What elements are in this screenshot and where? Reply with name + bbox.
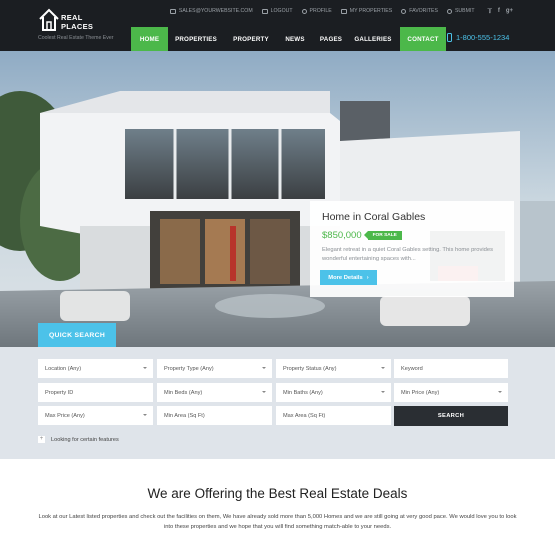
property-description: Elegant retreat in a quiet Coral Gables …	[322, 247, 493, 262]
chevron-right-icon: ›	[366, 274, 369, 281]
location-select[interactable]: Location (Any)	[38, 359, 153, 378]
chevron-down-icon	[262, 367, 266, 369]
min-area-input[interactable]: Min Area (Sq Ft)	[157, 406, 272, 425]
property-status-value: Property Status (Any)	[283, 365, 337, 372]
min-area-placeholder: Min Area (Sq Ft)	[164, 412, 205, 419]
favorites-link[interactable]: FAVORITES	[401, 8, 438, 14]
nav-properties[interactable]: PROPERTIES	[168, 27, 224, 51]
email-link[interactable]: SALES@YOURWEBSITE.COM	[169, 8, 253, 14]
my-properties-label: MY PROPERTIES	[349, 8, 393, 14]
nav-home[interactable]: HOME	[131, 27, 168, 51]
chevron-down-icon	[381, 391, 385, 393]
social-links: 𝕋 f g+	[488, 8, 513, 15]
property-id-input[interactable]: Property ID	[38, 383, 153, 402]
main-nav: HOME PROPERTIES PROPERTY NEWS PAGES GALL…	[131, 27, 446, 51]
phone-link[interactable]: 1-800-555-1234	[447, 33, 509, 42]
profile-label: PROFILE	[309, 8, 332, 14]
nav-property[interactable]: PROPERTY	[224, 27, 278, 51]
max-price-select[interactable]: Max Price (Any)	[38, 406, 153, 425]
google-plus-icon[interactable]: g+	[506, 8, 513, 15]
logo-line-2: PLACES	[61, 22, 94, 31]
max-area-placeholder: Max Area (Sq Ft)	[283, 412, 326, 419]
features-label: Looking for certain features	[51, 436, 119, 443]
nav-contact[interactable]: CONTACT	[400, 27, 446, 51]
my-properties-link[interactable]: MY PROPERTIES	[340, 8, 393, 14]
min-price-value: Min Price (Any)	[401, 389, 440, 396]
plus-icon: +	[38, 436, 45, 443]
min-beds-select[interactable]: Min Beds (Any)	[157, 383, 272, 402]
keyword-input[interactable]: Keyword	[394, 359, 508, 378]
section-intro-text: Look at our Latest listed properties and…	[38, 514, 517, 530]
features-toggle[interactable]: + Looking for certain features	[38, 436, 119, 443]
phone-number: 1-800-555-1234	[456, 33, 510, 42]
property-type-select[interactable]: Property Type (Any)	[157, 359, 272, 378]
facebook-icon[interactable]: f	[498, 8, 500, 15]
list-icon	[340, 8, 347, 14]
min-beds-value: Min Beds (Any)	[164, 389, 203, 396]
chevron-down-icon	[143, 367, 147, 369]
keyword-placeholder: Keyword	[401, 365, 423, 372]
house-photo	[0, 51, 555, 347]
top-bar: SALES@YOURWEBSITE.COM LOGOUT PROFILE MY …	[169, 6, 513, 16]
favorites-label: FAVORITES	[409, 8, 438, 14]
site-header: REAL PLACES Coolest Real Estate Theme Ev…	[0, 0, 555, 51]
location-value: Location (Any)	[45, 365, 82, 372]
email-label: SALES@YOURWEBSITE.COM	[178, 8, 253, 14]
more-details-label: More Details	[328, 274, 363, 281]
property-title[interactable]: Home in Coral Gables	[322, 211, 502, 223]
submit-link[interactable]: SUBMIT	[446, 8, 475, 14]
hero-slider: Home in Coral Gables $850,000 FOR SALE E…	[0, 51, 555, 347]
max-area-input[interactable]: Max Area (Sq Ft)	[276, 406, 391, 425]
price-row: $850,000 FOR SALE	[322, 230, 502, 241]
nav-pages[interactable]: PAGES	[312, 27, 350, 51]
chevron-down-icon	[498, 391, 502, 393]
logo-text: REAL PLACES	[61, 13, 93, 31]
featured-property-card: Home in Coral Gables $850,000 FOR SALE E…	[310, 201, 514, 297]
chevron-down-icon	[143, 414, 147, 416]
property-type-value: Property Type (Any)	[164, 365, 214, 372]
twitter-icon[interactable]: 𝕋	[488, 8, 492, 15]
property-price: $850,000	[322, 230, 362, 241]
min-baths-select[interactable]: Min Baths (Any)	[276, 383, 391, 402]
mail-icon	[169, 8, 176, 14]
chevron-down-icon	[381, 367, 385, 369]
min-price-select[interactable]: Min Price (Any)	[394, 383, 508, 402]
house-logo-icon	[39, 8, 59, 31]
nav-galleries[interactable]: GALLERIES	[350, 27, 396, 51]
logout-label: LOGOUT	[270, 8, 293, 14]
property-id-placeholder: Property ID	[45, 389, 74, 396]
submit-label: SUBMIT	[454, 8, 475, 14]
status-badge: FOR SALE	[363, 231, 402, 240]
mobile-phone-icon	[447, 33, 452, 42]
logout-icon	[261, 8, 268, 14]
min-baths-value: Min Baths (Any)	[283, 389, 323, 396]
profile-link[interactable]: PROFILE	[301, 8, 332, 14]
user-icon	[301, 8, 307, 14]
logo-tagline: Coolest Real Estate Theme Ever	[38, 35, 114, 41]
property-status-select[interactable]: Property Status (Any)	[276, 359, 391, 378]
section-heading: We are Offering the Best Real Estate Dea…	[147, 486, 408, 501]
logout-link[interactable]: LOGOUT	[261, 8, 293, 14]
nav-news[interactable]: NEWS	[278, 27, 312, 51]
chevron-down-icon	[262, 391, 266, 393]
more-details-button[interactable]: More Details ›	[320, 270, 377, 285]
quick-search-tab[interactable]: QUICK SEARCH	[38, 323, 116, 347]
logo-line-1: REAL	[61, 13, 83, 22]
plus-circle-icon	[446, 8, 452, 14]
max-price-value: Max Price (Any)	[45, 412, 85, 419]
heart-icon	[401, 8, 407, 14]
search-button[interactable]: SEARCH	[394, 406, 508, 426]
